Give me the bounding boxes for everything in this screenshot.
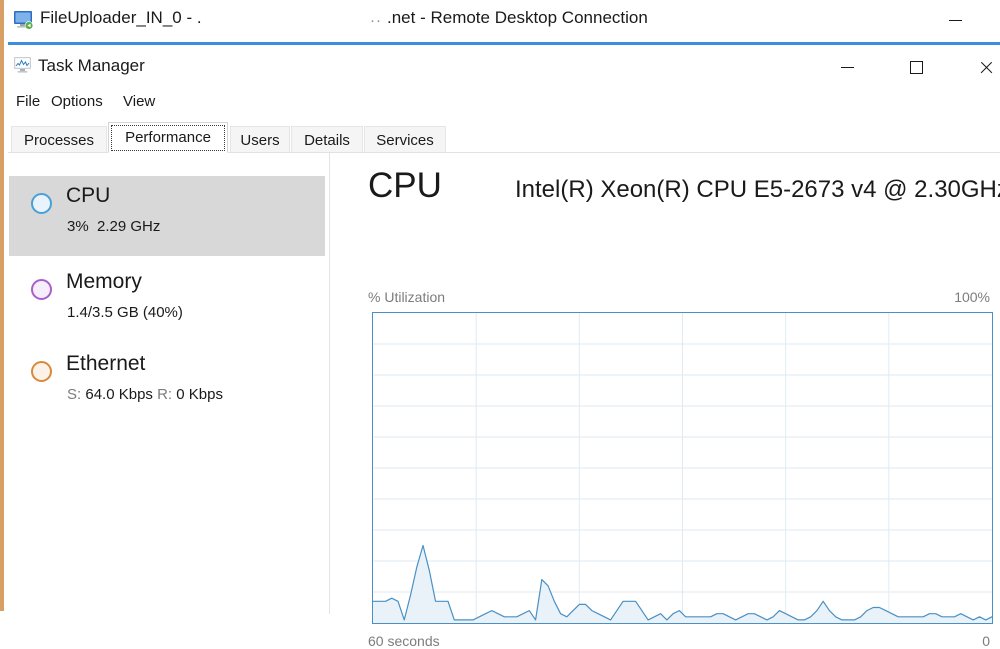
graph-y-axis-label: % Utilization	[368, 289, 445, 305]
sidebar-item-label: Ethernet	[66, 352, 145, 376]
page-title: CPU	[368, 166, 442, 206]
sidebar-item-stats: 3% 2.29 GHz	[67, 218, 160, 235]
tab-details[interactable]: Details	[291, 126, 363, 153]
task-manager-minimize-button[interactable]	[824, 45, 870, 89]
task-manager-close-button[interactable]	[963, 45, 1000, 89]
memory-circle-icon	[31, 279, 52, 300]
performance-tab-content: CPU 3% 2.29 GHz Memory 1.4/3.5 GB (40%) …	[8, 153, 1000, 614]
cpu-utilization-graph[interactable]	[372, 312, 993, 624]
graph-x-axis-label: 60 seconds	[368, 633, 440, 649]
remote-desktop-window-title: .net - Remote Desktop Connection	[387, 8, 648, 28]
graph-x-axis-min: 0	[982, 633, 990, 649]
tab-performance[interactable]: Performance	[108, 122, 228, 153]
ethernet-circle-icon	[31, 361, 52, 382]
task-manager-window: Task Manager File Options View Processes…	[8, 42, 1000, 611]
remote-desktop-session-title: FileUploader_IN_0 - .	[40, 8, 202, 28]
task-manager-title: Task Manager	[38, 56, 145, 76]
tab-strip: Processes Performance Users Details Serv…	[8, 122, 1000, 153]
cpu-model-name: Intel(R) Xeon(R) CPU E5-2673 v4 @ 2.30GH…	[515, 176, 1000, 204]
task-manager-titlebar[interactable]: Task Manager	[8, 45, 1000, 90]
ethernet-send-label: S:	[67, 386, 81, 403]
minimize-icon	[841, 67, 854, 68]
menu-item-options[interactable]: Options	[48, 91, 106, 112]
tab-services[interactable]: Services	[364, 126, 446, 153]
sidebar-item-memory[interactable]: Memory 1.4/3.5 GB (40%)	[9, 262, 325, 342]
minimize-icon	[949, 20, 962, 21]
chart-gridlines	[373, 313, 992, 623]
cpu-detail-panel: CPU Intel(R) Xeon(R) CPU E5-2673 v4 @ 2.…	[330, 153, 1000, 614]
menu-bar: File Options View	[8, 91, 1000, 117]
tab-users[interactable]: Users	[230, 126, 290, 153]
ethernet-recv-value: 0 Kbps	[176, 386, 223, 403]
tab-label: Performance	[125, 129, 211, 146]
sidebar-item-stats: S: 64.0 Kbps R: 0 Kbps	[67, 386, 223, 403]
tab-label: Services	[376, 132, 434, 149]
graph-y-axis-max: 100%	[954, 289, 990, 305]
cpu-utilization-chart	[373, 313, 992, 623]
rdp-maximize-button[interactable]	[986, 0, 1000, 40]
ethernet-recv-label: R:	[157, 386, 172, 403]
resource-list: CPU 3% 2.29 GHz Memory 1.4/3.5 GB (40%) …	[8, 153, 329, 614]
task-manager-maximize-button[interactable]	[893, 45, 939, 89]
sidebar-item-cpu[interactable]: CPU 3% 2.29 GHz	[9, 176, 325, 256]
sidebar-item-label: CPU	[66, 184, 110, 208]
sidebar-item-ethernet[interactable]: Ethernet S: 64.0 Kbps R: 0 Kbps	[9, 344, 325, 424]
rdp-minimize-button[interactable]	[932, 0, 978, 40]
cpu-speed: 2.29 GHz	[97, 218, 160, 235]
tab-label: Processes	[24, 132, 94, 149]
menu-item-file[interactable]: File	[13, 91, 43, 112]
remote-desktop-window: FileUploader_IN_0 - . ·· .net - Remote D…	[0, 0, 1000, 611]
close-icon	[979, 60, 994, 75]
remote-desktop-icon	[13, 10, 35, 30]
ethernet-send-value: 64.0 Kbps	[85, 386, 153, 403]
remote-desktop-title-ellipsis: ··	[370, 12, 382, 29]
sidebar-item-label: Memory	[66, 270, 142, 294]
tab-label: Users	[240, 132, 279, 149]
cpu-circle-icon	[31, 193, 52, 214]
cpu-usage-percent: 3%	[67, 218, 89, 235]
tab-processes[interactable]: Processes	[11, 126, 107, 153]
task-manager-icon	[13, 56, 33, 74]
sidebar-item-stats: 1.4/3.5 GB (40%)	[67, 304, 183, 321]
maximize-icon	[910, 61, 923, 74]
remote-desktop-titlebar[interactable]: FileUploader_IN_0 - . ·· .net - Remote D…	[4, 0, 1000, 42]
tab-label: Details	[304, 132, 350, 149]
menu-item-view[interactable]: View	[120, 91, 158, 112]
